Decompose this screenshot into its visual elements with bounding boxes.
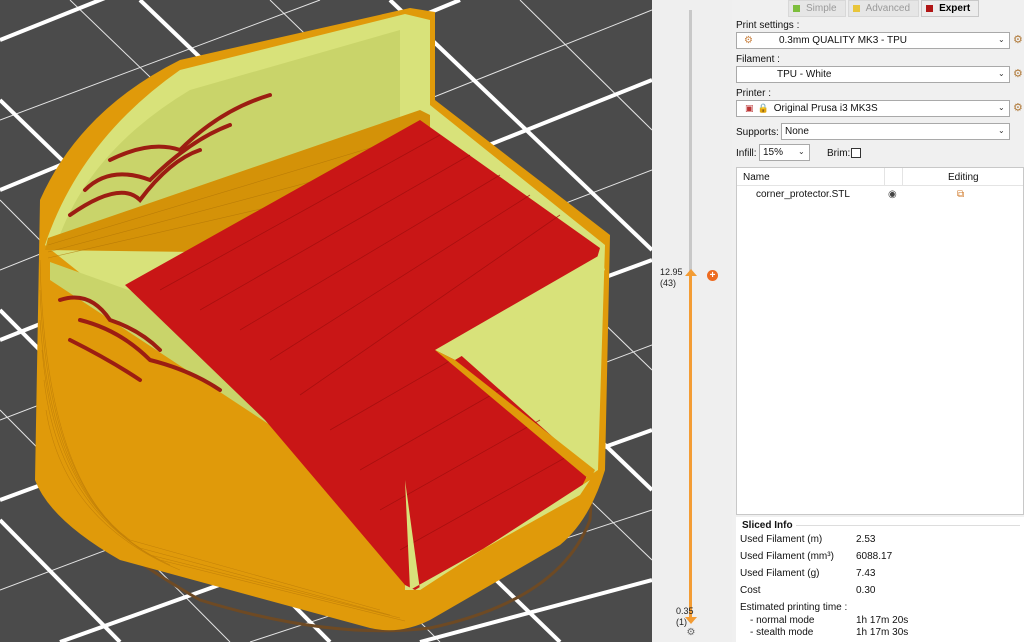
info-row: - stealth mode 1h 17m 30s [750, 627, 909, 638]
editing-column-header: Editing [948, 172, 979, 183]
printer-combo[interactable]: ▣ 🔒 Original Prusa i3 MK3S ⌄ [736, 100, 1010, 117]
add-color-change-button[interactable]: + [707, 270, 718, 281]
info-row: Used Filament (mm³) 6088.17 [740, 551, 893, 562]
expert-mode-icon [926, 5, 934, 12]
object-list: Name Editing corner_protector.STL ◉ ⧉ [736, 167, 1024, 515]
infill-combo[interactable]: 15% ⌄ [759, 144, 810, 161]
list-item[interactable]: corner_protector.STL ◉ ⧉ [737, 186, 1023, 203]
chevron-down-icon: ⌄ [998, 35, 1005, 44]
print-settings-combo[interactable]: ⚙ 0.3mm QUALITY MK3 - TPU ⌄ [736, 32, 1010, 49]
print-settings-label: Print settings : [736, 20, 800, 31]
eye-icon[interactable]: ◉ [888, 189, 897, 200]
sliced-info-panel: Sliced Info Used Filament (m) 2.53 Used … [736, 517, 1024, 642]
mode-expert-label: Expert [939, 3, 971, 14]
info-row: Cost 0.30 [740, 585, 876, 596]
supports-combo[interactable]: None ⌄ [781, 123, 1010, 140]
filament-gear-icon[interactable]: ⚙ [1013, 69, 1024, 80]
filament-combo[interactable]: TPU - White ⌄ [736, 66, 1010, 83]
print-settings-value: 0.3mm QUALITY MK3 - TPU [778, 35, 907, 46]
filament-value: TPU - White [777, 69, 832, 80]
slider-range-fill [689, 275, 692, 622]
object-name: corner_protector.STL [756, 189, 850, 200]
chevron-down-icon: ⌄ [798, 147, 805, 156]
mode-simple-label: Simple [806, 3, 837, 14]
supports-label: Supports: [736, 127, 779, 138]
settings-panel: Simple Advanced Expert Print settings : … [732, 0, 1024, 642]
filament-label: Filament : [736, 54, 780, 65]
info-row: Estimated printing time : [740, 602, 848, 613]
brim-checkbox[interactable] [851, 148, 861, 158]
print-settings-gear-icon[interactable]: ⚙ [1013, 35, 1024, 46]
object-list-header: Name Editing [737, 168, 1023, 186]
sliced-model-preview [0, 0, 652, 642]
mode-advanced-label: Advanced [865, 3, 911, 14]
printer-gear-icon[interactable]: ⚙ [1013, 103, 1024, 114]
infill-value: 15% [763, 147, 784, 158]
lower-thumb[interactable] [684, 616, 698, 626]
mode-expert-button[interactable]: Expert [921, 0, 980, 17]
mode-simple-button[interactable]: Simple [788, 0, 846, 17]
printer-label: Printer : [736, 88, 772, 99]
chevron-down-icon: ⌄ [998, 126, 1005, 135]
brim-label: Brim: [827, 148, 851, 159]
mode-advanced-button[interactable]: Advanced [847, 0, 920, 17]
upper-layer-number: (43) [660, 278, 677, 288]
upper-thumb[interactable] [684, 268, 698, 278]
layer-slider[interactable]: 12.95 (43) + 0.35 (1) ⚙ [652, 0, 732, 642]
slider-settings-icon[interactable]: ⚙ [686, 628, 696, 638]
lock-icon: 🔒 [757, 103, 769, 113]
info-row: Used Filament (m) 2.53 [740, 534, 876, 545]
printer-value: Original Prusa i3 MK3S [773, 103, 878, 114]
infill-label: Infill: [736, 148, 757, 159]
chevron-down-icon: ⌄ [998, 103, 1005, 112]
advanced-mode-icon [852, 5, 860, 12]
lower-height-value: 0.35 [676, 606, 694, 616]
info-row: Used Filament (g) 7.43 [740, 568, 876, 579]
upper-height-value: 12.95 [660, 267, 683, 277]
simple-mode-icon [793, 5, 800, 12]
3d-preview-viewport[interactable] [0, 0, 652, 642]
chevron-down-icon: ⌄ [998, 69, 1005, 78]
slider-track-upper [689, 10, 692, 275]
name-column-header: Name [743, 172, 770, 183]
sliced-info-title: Sliced Info [742, 520, 793, 531]
supports-value: None [785, 126, 809, 137]
printer-icon: ▣ [745, 103, 754, 113]
mode-switcher: Simple Advanced Expert [788, 0, 981, 17]
edit-icon[interactable]: ⧉ [957, 189, 964, 200]
preset-icon: ⚙ [744, 35, 753, 46]
